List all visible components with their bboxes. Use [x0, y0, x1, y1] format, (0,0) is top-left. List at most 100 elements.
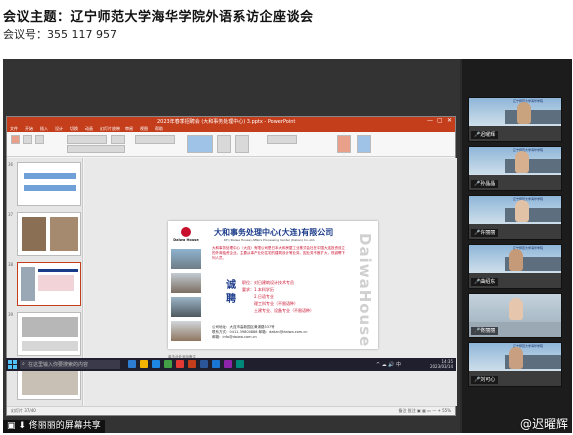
slide-number: 37: [8, 212, 14, 217]
word-taskbar-icon[interactable]: [200, 360, 208, 368]
ribbon-toolbar: [7, 132, 455, 157]
background-building: [505, 208, 561, 222]
slide-counter: 幻灯片 37/40: [11, 408, 36, 413]
system-tray-icons[interactable]: ^ ☁ 🔊 中: [376, 361, 401, 368]
font-size-select[interactable]: [111, 135, 125, 144]
participant-video-list: 辽宁师范大学海华学院 🎤迟曜辉 辽宁师范大学海华学院 🎤孙晶晶 辽宁师范大学海华…: [462, 59, 572, 433]
taskbar-search-box[interactable]: ⌕ 在这里输入你要搜索的内容: [20, 360, 120, 369]
powerpoint-window: 2023年春季招聘会 (大和事务处理中心) 3.pptx - PowerPoin…: [6, 116, 457, 416]
layout-icon[interactable]: [35, 135, 44, 144]
current-slide[interactable]: Daiwa House 大和事务处理中心(大连)有限公司 DH (Daiwa H…: [168, 221, 378, 349]
slide-thumbnail[interactable]: [17, 312, 81, 356]
job-line: 要求：1.本科学历: [242, 287, 274, 292]
maximize-icon[interactable]: ▢: [437, 118, 443, 124]
dictate-icon[interactable]: [337, 135, 351, 153]
participant-video[interactable]: 辽宁师范大学海华学院 🎤许丽丽: [468, 195, 562, 240]
building-photo: [171, 273, 201, 293]
company-name: 大和事务处理中心(大连)有限公司: [214, 228, 334, 237]
watermark: @迟曜辉: [519, 417, 568, 431]
app-icon[interactable]: [236, 360, 244, 368]
thumb-text: [38, 269, 78, 272]
participant-name-text: 孙晶晶: [480, 181, 496, 187]
job-line: 2.日语专业: [254, 294, 274, 299]
close-icon[interactable]: ✕: [447, 118, 452, 124]
font-family-select[interactable]: [67, 135, 107, 144]
logo-text: Daiwa House: [173, 238, 199, 242]
participant-name: 🎤刘可心: [471, 376, 499, 384]
new-slide-icon[interactable]: [23, 135, 32, 144]
quick-styles-icon[interactable]: [235, 135, 249, 153]
thumb-diagram: [24, 185, 76, 191]
participant-video[interactable]: 辽宁师范大学海华学院 🎤刘可心: [468, 342, 562, 387]
job-line: 土建专业、设备专业（不限语种）: [254, 308, 314, 313]
ppt-titlebar: 2023年春季招聘会 (大和事务处理中心) 3.pptx - PowerPoin…: [7, 117, 455, 126]
participant-name: 🎤孙晶晶: [471, 180, 499, 188]
participant-name-text: 佟丽丽: [480, 328, 496, 334]
background-building: [505, 110, 561, 124]
windows-taskbar: ⌕ 在这里输入你要搜索的内容 ^ ☁ 🔊 中 14:35 2023/03/14: [6, 358, 456, 371]
find-replace-icon[interactable]: [267, 135, 297, 144]
edge-icon[interactable]: [152, 360, 160, 368]
meeting-id: 会议号：355 117 957: [3, 28, 117, 41]
thumb-photo: [50, 217, 78, 251]
participant-name-text: 迟曜辉: [480, 132, 496, 138]
thumb-photo: [22, 317, 78, 337]
app-icon[interactable]: [224, 360, 232, 368]
thumb-text: [22, 341, 78, 351]
ppt-statusbar: 幻灯片 37/40 备注 批注 ▣ ▦ ▭ — + 55%: [7, 406, 455, 414]
paragraph-buttons[interactable]: [135, 135, 175, 144]
daiwa-house-logo: Daiwa House: [172, 227, 200, 244]
thumb-diagram: [24, 173, 76, 179]
clock-date: 2023/03/14: [429, 364, 453, 369]
participant-name-text: 曲绍东: [480, 279, 496, 285]
participant-face: [509, 298, 523, 320]
windows-start-icon[interactable]: [8, 360, 17, 369]
ppt-window-title: 2023年春季招聘会 (大和事务处理中心) 3.pptx - PowerPoin…: [157, 119, 296, 125]
slide-number: 36: [8, 162, 14, 167]
app-icon[interactable]: [176, 360, 184, 368]
participant-face: [515, 200, 529, 222]
participant-name-text: 许丽丽: [480, 230, 496, 236]
paste-icon[interactable]: [11, 135, 20, 144]
slide-thumbnail-selected[interactable]: [17, 262, 81, 306]
company-name-en: DH (Daiwa House) Affairs Processing Cent…: [224, 238, 316, 242]
participant-video[interactable]: 辽宁师范大学海华学院 🎤迟曜辉: [468, 97, 562, 142]
participant-video[interactable]: 辽宁师范大学海华学院 🎤曲绍东: [468, 244, 562, 289]
designer-icon[interactable]: [357, 135, 371, 153]
slide-thumbnail[interactable]: [17, 212, 81, 256]
minimize-icon[interactable]: —: [427, 118, 433, 124]
building-photo: [171, 249, 201, 269]
participant-face: [515, 151, 529, 173]
slide-thumbnail[interactable]: [17, 162, 81, 206]
participant-video[interactable]: 辽宁师范大学海华学院 🎤孙晶晶: [468, 146, 562, 191]
app-icon[interactable]: [164, 360, 172, 368]
shapes-gallery[interactable]: [187, 135, 213, 153]
job-list: 职位：对日建筑设计技术专员 要求：1.本科学历 2.日语专业 理工科专业（不限语…: [242, 279, 314, 314]
screen-share-text: 佟丽丽的屏幕共享: [28, 421, 101, 431]
task-view-icon[interactable]: [128, 360, 136, 368]
screen-share-icon: ▣ ⬇: [7, 421, 29, 431]
view-controls[interactable]: 备注 批注 ▣ ▦ ▭ — + 55%: [399, 408, 451, 414]
meeting-title: 会议主题：辽宁师范大学海华学院外语系访企座谈会: [3, 10, 314, 25]
participant-name: 🎤曲绍东: [471, 278, 499, 286]
thumb-text: [38, 275, 74, 291]
contact-info: 公司地址：大连市高新园区黄浦路537号 联系方式：0411-39800888 邮…: [212, 325, 307, 340]
company-intro: 大和事务处理中心（大连）有限公司是日本大和房屋工业株式会社在中国大连投资设立的外…: [212, 246, 345, 260]
taskbar-search-placeholder: 在这里输入你要搜索的内容: [28, 362, 89, 368]
slide-number: 38: [8, 262, 14, 267]
clock[interactable]: 14:35 2023/03/14: [430, 359, 453, 369]
file-explorer-icon[interactable]: [140, 360, 148, 368]
recruit-heading: 诚聘: [226, 280, 236, 305]
powerpoint-taskbar-icon[interactable]: [188, 360, 196, 368]
participant-video[interactable]: 🎤佟丽丽: [468, 293, 562, 338]
participant-name: 🎤迟曜辉: [471, 131, 499, 139]
arrange-icon[interactable]: [217, 135, 231, 153]
participant-face: [517, 102, 531, 124]
thumb-photo: [21, 267, 35, 301]
screen-share-label: ▣ ⬇ 佟丽丽的屏幕共享: [3, 420, 105, 433]
daiwa-vertical-brand: DaiwaHouse: [356, 233, 374, 348]
meeting-app-icon[interactable]: [212, 360, 220, 368]
font-format-buttons[interactable]: [67, 145, 125, 153]
participant-name: 🎤佟丽丽: [471, 327, 499, 335]
participant-name: 🎤许丽丽: [471, 229, 499, 237]
